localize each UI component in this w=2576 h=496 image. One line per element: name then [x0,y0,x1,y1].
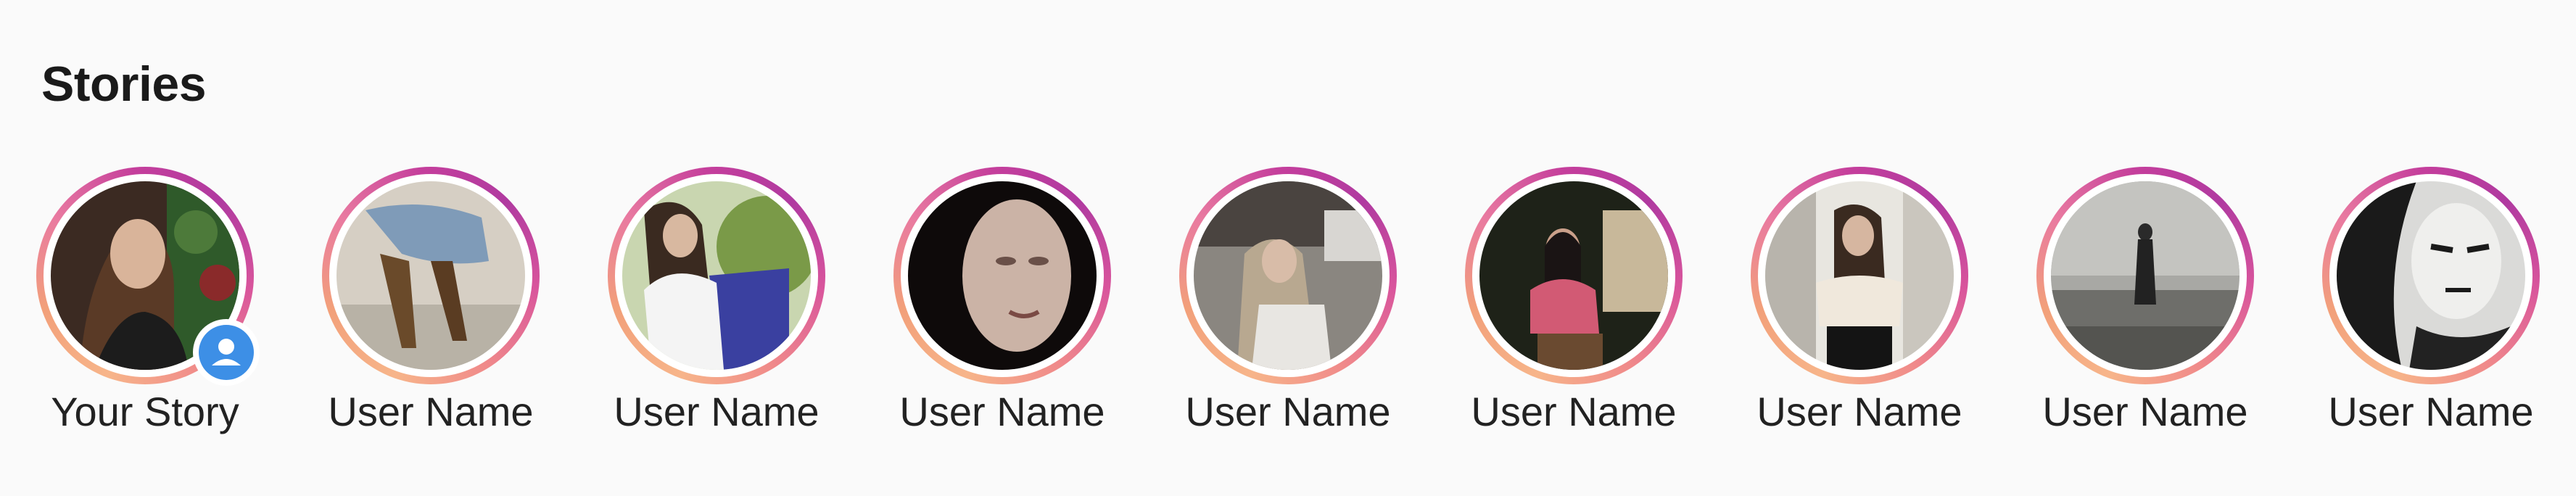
story-label: User Name [328,389,534,434]
avatar [337,181,525,370]
avatar [2337,181,2525,370]
story-ring [893,167,1111,384]
stories-title: Stories [41,57,207,112]
story-ring [2322,167,2540,384]
story-item[interactable]: User Name [1443,163,1704,453]
user-add-icon [212,339,241,365]
avatar [1765,181,1954,370]
story-label: User Name [2042,389,2248,434]
story-item[interactable]: User Name [2300,163,2561,453]
story-label: Your Story [51,389,239,434]
add-story-button[interactable] [193,319,260,386]
story-item[interactable]: User Name [1157,163,1419,453]
avatar [1194,181,1382,370]
story-ring [1179,167,1397,384]
avatar [622,181,811,370]
story-item[interactable]: User Name [872,163,1133,453]
avatar [908,181,1097,370]
story-item[interactable]: User Name [300,163,561,453]
story-label: User Name [1185,389,1391,434]
story-ring [2036,167,2254,384]
story-label: User Name [1756,389,1962,434]
story-item[interactable]: User Name [1729,163,1990,453]
stories-row: Your Story User Name User Name User Name… [0,163,2576,453]
story-label: User Name [1471,389,1677,434]
story-ring [1751,167,1968,384]
story-ring [322,167,540,384]
story-label: User Name [899,389,1105,434]
story-ring [608,167,825,384]
story-your-story[interactable]: Your Story [15,163,276,453]
avatar [2051,181,2239,370]
story-item[interactable]: User Name [2015,163,2276,453]
story-ring [1465,167,1683,384]
stories-panel: Stories Your Story User Name User Name U… [0,0,2576,496]
story-label: User Name [2328,389,2534,434]
story-label: User Name [614,389,820,434]
avatar [1479,181,1668,370]
story-item[interactable]: User Name [586,163,847,453]
